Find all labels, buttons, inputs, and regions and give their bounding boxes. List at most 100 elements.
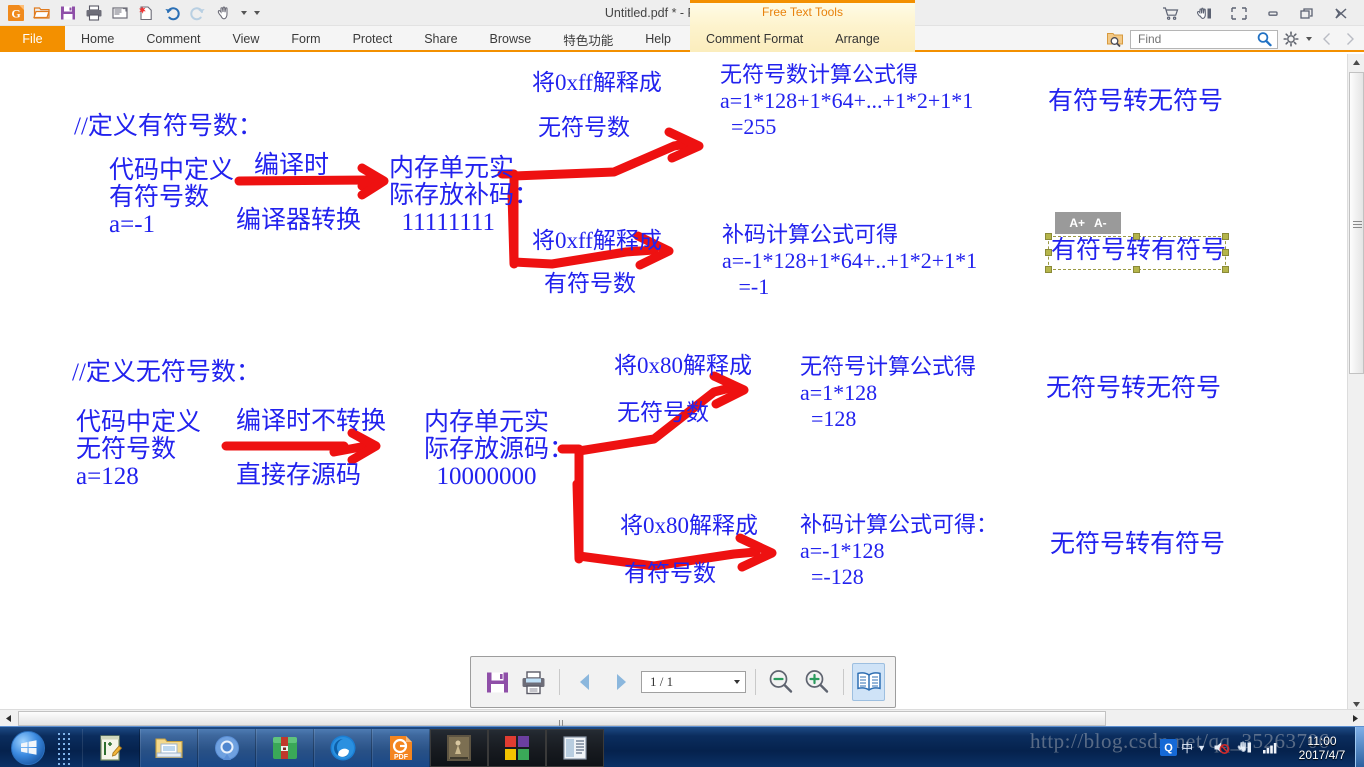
open-icon[interactable] — [30, 2, 54, 24]
annotation-unsigned-formula2[interactable]: 无符号计算公式得 a=1*128 =128 — [800, 354, 976, 432]
next-page-button[interactable] — [605, 663, 637, 701]
taskbar-winrar[interactable] — [256, 729, 314, 767]
annotation-signed-mem[interactable]: 内存单元实 际存放补码： 11111111 — [389, 155, 539, 236]
zoom-out-button[interactable] — [765, 663, 797, 701]
email-icon[interactable] — [108, 2, 132, 24]
search-folder-icon[interactable] — [1105, 28, 1127, 50]
taskbar-chrome[interactable] — [198, 729, 256, 767]
decrease-font-size-button[interactable]: A- — [1094, 216, 1107, 230]
tab-form[interactable]: Form — [275, 26, 336, 52]
volume-muted-icon[interactable] — [1212, 738, 1230, 758]
tab-special-features[interactable]: 特色功能 — [547, 26, 629, 52]
tab-arrange[interactable]: Arrange — [819, 26, 895, 52]
annotation-unsigned-to-unsigned[interactable]: 无符号转无符号 — [1046, 375, 1221, 403]
annotation-complement-formula[interactable]: 补码计算公式可得 a=-1*128+1*64+..+1*2+1*1 =-1 — [722, 222, 977, 300]
scroll-right-icon[interactable] — [1347, 710, 1364, 727]
annotation-signed-compile[interactable]: 编译时 — [254, 152, 329, 180]
save-button[interactable] — [481, 663, 513, 701]
annotation-complement-formula2[interactable]: 补码计算公式可得： a=-1*128 =-128 — [800, 512, 998, 590]
hand-tool-dropdown-icon[interactable] — [238, 2, 249, 24]
undo-icon[interactable] — [160, 2, 184, 24]
annotation-ff-signed-label[interactable]: 有符号数 — [544, 271, 636, 297]
minimize-icon[interactable] — [1256, 0, 1290, 26]
cart-icon[interactable] — [1154, 0, 1188, 26]
tab-share[interactable]: Share — [408, 26, 473, 52]
taskbar-explorer[interactable] — [140, 729, 198, 767]
redo-icon[interactable] — [186, 2, 210, 24]
annotation-unsigned-mem[interactable]: 内存单元实 际存放源码： 10000000 — [424, 409, 574, 490]
annotation-x80-signed-label[interactable]: 有符号数 — [624, 561, 716, 587]
annotation-unsigned-header[interactable]: //定义无符号数： — [72, 359, 261, 387]
tab-help[interactable]: Help — [629, 26, 687, 52]
reading-mode-button[interactable] — [852, 663, 885, 701]
gear-icon[interactable] — [1281, 28, 1301, 50]
page-dropdown-icon[interactable] — [734, 680, 741, 684]
foxit-logo-icon[interactable]: G — [4, 2, 28, 24]
vertical-scrollbar[interactable] — [1347, 54, 1364, 713]
taskbar-qq-browser[interactable] — [314, 729, 372, 767]
document-viewport[interactable]: //定义有符号数： 代码中定义 有符号数 a=-1 编译时 编译器转换 内存单元… — [0, 54, 1364, 713]
network-signal-icon[interactable] — [1260, 738, 1278, 758]
annotation-x80-as-unsigned[interactable]: 将0x80解释成 — [614, 353, 752, 379]
hand-tool-icon[interactable] — [212, 2, 236, 24]
annotation-signed-header[interactable]: //定义有符号数： — [74, 113, 263, 141]
search-icon[interactable] — [1256, 31, 1273, 47]
resize-handle-sw[interactable] — [1045, 266, 1052, 273]
ime-expand-icon[interactable]: ▼ — [1197, 743, 1206, 753]
taskbar-editor[interactable] — [546, 729, 604, 767]
annotation-ff-unsigned-label[interactable]: 无符号数 — [538, 115, 630, 141]
previous-page-button[interactable] — [568, 663, 600, 701]
annotation-x80-unsigned-label[interactable]: 无符号数 — [617, 400, 709, 426]
font-size-popup[interactable]: A+ A- — [1055, 212, 1121, 234]
annotation-signed-src[interactable]: 代码中定义 有符号数 a=-1 — [109, 157, 234, 238]
find-input-container[interactable] — [1130, 29, 1278, 49]
annotation-signed-to-unsigned[interactable]: 有符号转无符号 — [1048, 88, 1223, 116]
taskbar-notepadpp[interactable] — [82, 729, 140, 767]
tab-protect[interactable]: Protect — [337, 26, 409, 52]
zoom-in-button[interactable] — [801, 663, 833, 701]
scroll-left-icon[interactable] — [0, 710, 17, 727]
print-button[interactable] — [517, 663, 549, 701]
taskbar-clock[interactable]: 11:00 2017/4/7 — [1284, 734, 1360, 762]
annotation-unsigned-src[interactable]: 代码中定义 无符号数 a=128 — [76, 409, 201, 490]
show-desktop-button[interactable] — [1355, 727, 1364, 767]
hand-pointer-icon[interactable] — [1188, 0, 1222, 26]
tab-file[interactable]: File — [0, 26, 65, 52]
ime-indicator[interactable]: Q 中 ▼ — [1160, 739, 1206, 756]
increase-font-size-button[interactable]: A+ — [1069, 216, 1085, 230]
vertical-scrollbar-thumb[interactable] — [1349, 72, 1364, 374]
new-from-template-icon[interactable] — [134, 2, 158, 24]
annotation-ff-as-unsigned[interactable]: 将0xff解释成 — [532, 70, 662, 96]
find-previous-icon[interactable] — [1317, 28, 1337, 50]
print-icon[interactable] — [82, 2, 106, 24]
close-icon[interactable] — [1324, 0, 1358, 26]
taskbar-photo[interactable] — [430, 729, 488, 767]
annotation-unsigned-to-signed[interactable]: 无符号转有符号 — [1050, 531, 1225, 559]
taskbar-visualstudio[interactable] — [488, 729, 546, 767]
horizontal-scrollbar-thumb[interactable] — [18, 711, 1106, 747]
annotation-ff-as-signed[interactable]: 将0xff解释成 — [532, 228, 662, 254]
find-next-icon[interactable] — [1340, 28, 1360, 50]
customize-qat-icon[interactable] — [251, 2, 262, 24]
taskbar-foxit-reader[interactable]: PDF — [372, 729, 430, 767]
selected-annotation-box[interactable]: 有符号转有符号 — [1045, 233, 1229, 273]
start-button[interactable] — [2, 728, 54, 767]
annotation-signed-to-signed[interactable]: 有符号转有符号 — [1051, 237, 1226, 265]
tab-comment-format[interactable]: Comment Format — [690, 26, 819, 52]
tab-browse[interactable]: Browse — [474, 26, 548, 52]
resize-handle-s[interactable] — [1133, 266, 1140, 273]
page-number-input[interactable]: 1 / 1 — [640, 671, 747, 693]
fullscreen-icon[interactable] — [1222, 0, 1256, 26]
annotation-unsigned-formula[interactable]: 无符号数计算公式得 a=1*128+1*64+...+1*2+1*1 =255 — [720, 62, 973, 140]
action-center-icon[interactable] — [1236, 738, 1254, 758]
restore-icon[interactable] — [1290, 0, 1324, 26]
tab-home[interactable]: Home — [65, 26, 130, 52]
tab-view[interactable]: View — [217, 26, 276, 52]
tab-comment[interactable]: Comment — [130, 26, 216, 52]
horizontal-scrollbar[interactable] — [0, 709, 1364, 747]
annotation-x80-as-signed[interactable]: 将0x80解释成 — [620, 513, 758, 539]
save-icon[interactable] — [56, 2, 80, 24]
find-options-dropdown-icon[interactable] — [1304, 28, 1314, 50]
find-input[interactable] — [1136, 31, 1256, 47]
scroll-up-icon[interactable] — [1348, 54, 1364, 71]
